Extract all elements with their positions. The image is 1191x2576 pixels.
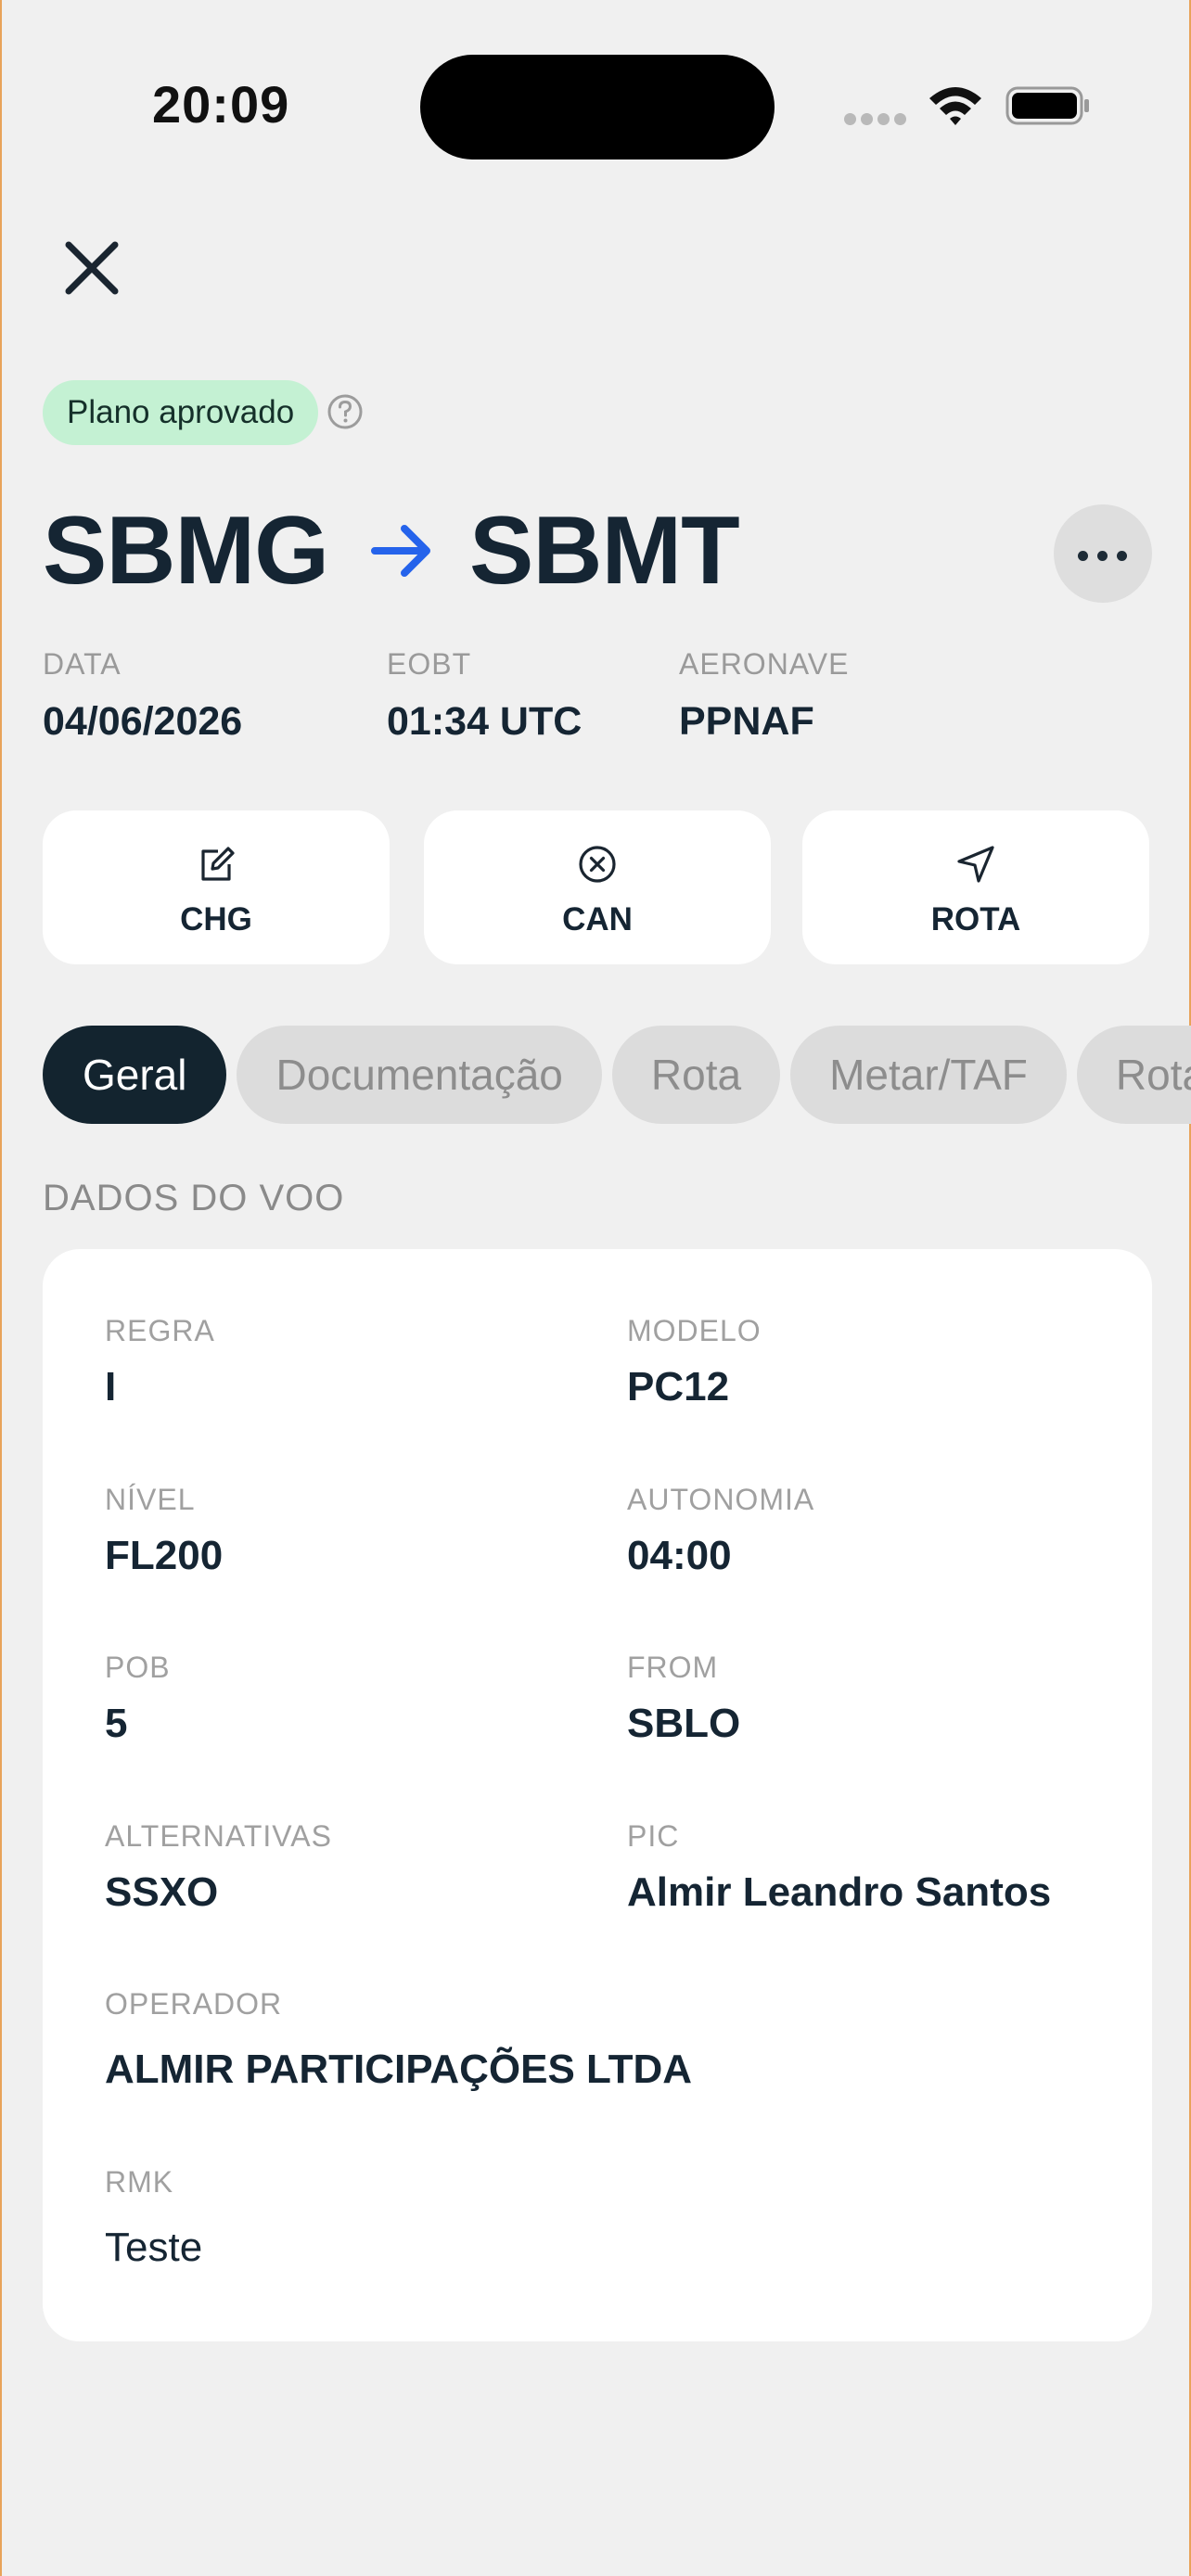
pic-label: PIC: [627, 1819, 680, 1853]
close-icon[interactable]: [58, 234, 126, 302]
tab-bar: GeralDocumentaçãoRotaMetar/TAFRotaer: [43, 1026, 1191, 1126]
arrow-right-icon: [371, 524, 430, 577]
battery-icon: [1005, 86, 1089, 125]
tab-documentacao[interactable]: Documentação: [237, 1026, 602, 1124]
chg-button[interactable]: CHG: [43, 810, 390, 964]
wifi-icon: [929, 87, 981, 125]
rmk-value: Teste: [105, 2225, 203, 2270]
help-icon[interactable]: [327, 393, 364, 430]
from-value: SBLO: [627, 1701, 741, 1746]
autonomia-label: AUTONOMIA: [627, 1483, 815, 1516]
can-button[interactable]: CAN: [424, 810, 771, 964]
regra-label: REGRA: [105, 1314, 215, 1347]
from-label: FROM: [627, 1651, 719, 1684]
rota-label: ROTA: [930, 901, 1021, 937]
aircraft-label: AERONAVE: [679, 647, 850, 681]
pob-value: 5: [105, 1701, 128, 1746]
nivel-label: NÍVEL: [105, 1483, 196, 1516]
flight-data-card: REGRA I MODELO PC12 NÍVEL FL200 AUTONOMI…: [43, 1249, 1152, 2341]
route-title: SBMG SBMT: [43, 496, 740, 606]
status-badge: Plano aprovado: [43, 380, 319, 445]
dynamic-island: [420, 55, 775, 159]
cancel-circle-icon: [579, 846, 616, 883]
more-icon: [1078, 551, 1088, 561]
tab-metar-taf[interactable]: Metar/TAF: [790, 1026, 1067, 1124]
chg-label: CHG: [180, 901, 252, 937]
rmk-label: RMK: [105, 2165, 174, 2199]
tab-rotaer[interactable]: Rotaer: [1076, 1026, 1191, 1124]
date-label: DATA: [43, 647, 122, 681]
pic-value: Almir Leandro Santos: [627, 1869, 1052, 1915]
more-options-button[interactable]: [1054, 504, 1152, 603]
eobt-label: EOBT: [387, 647, 472, 681]
status-time: 20:09: [152, 75, 290, 134]
modelo-label: MODELO: [627, 1314, 762, 1347]
eobt-value: 01:34 UTC: [387, 699, 583, 744]
alternativas-label: ALTERNATIVAS: [105, 1819, 332, 1853]
aircraft-value: PPNAF: [679, 699, 814, 744]
tab-geral[interactable]: Geral: [43, 1026, 227, 1124]
operador-value: ALMIR PARTICIPAÇÕES LTDA: [105, 2047, 693, 2092]
can-label: CAN: [562, 901, 633, 937]
autonomia-value: 04:00: [627, 1533, 732, 1578]
origin-code: SBMG: [43, 497, 329, 605]
operador-label: OPERADOR: [105, 1987, 283, 2021]
cellular-signal-icon: [844, 113, 913, 125]
section-title: DADOS DO VOO: [43, 1178, 345, 1218]
rota-button[interactable]: ROTA: [802, 810, 1149, 964]
modelo-value: PC12: [627, 1364, 730, 1409]
destination-code: SBMT: [469, 497, 740, 605]
tab-rota[interactable]: Rota: [611, 1026, 781, 1124]
nivel-value: FL200: [105, 1533, 224, 1578]
pob-label: POB: [105, 1651, 171, 1684]
alternativas-value: SSXO: [105, 1869, 219, 1915]
regra-value: I: [105, 1364, 117, 1409]
edit-icon: [201, 847, 235, 881]
date-value: 04/06/2026: [43, 699, 243, 744]
navigation-arrow-icon: [957, 846, 994, 883]
